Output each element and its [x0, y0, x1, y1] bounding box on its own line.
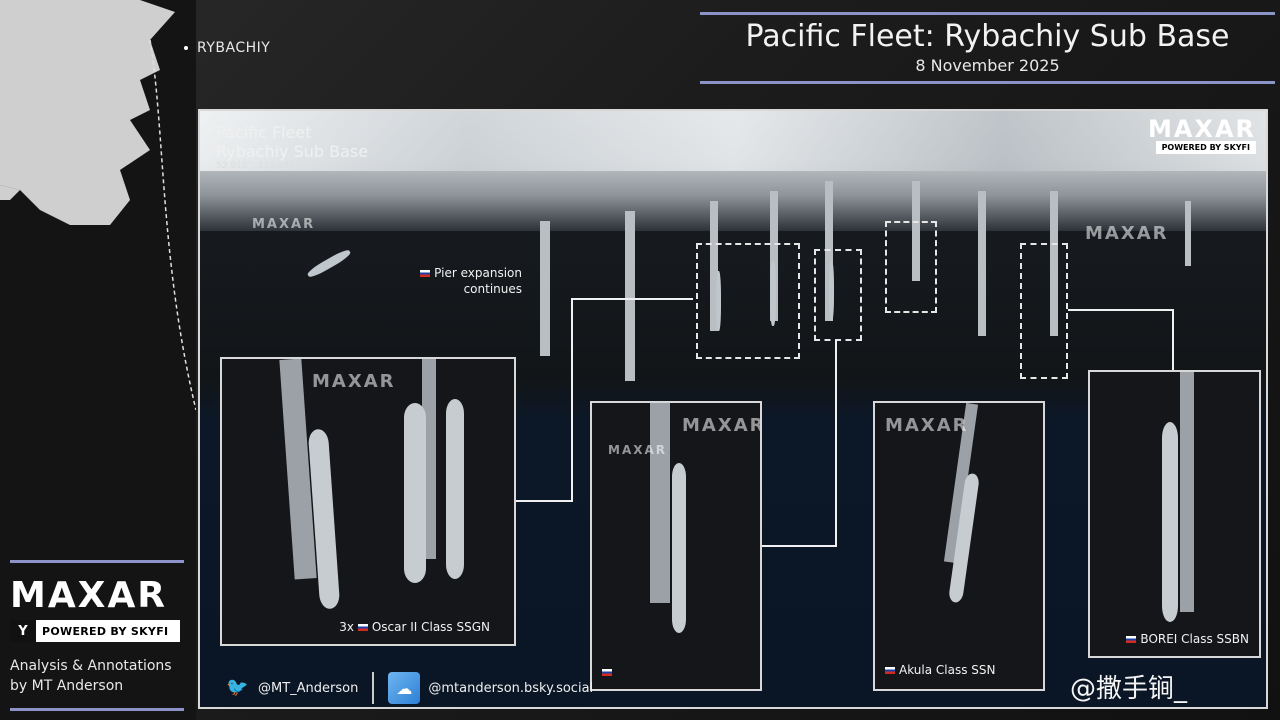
- russian-flag-icon: [420, 270, 431, 277]
- class-label: BOREI Class SSBN: [1140, 632, 1249, 646]
- inset-borei: BOREI Class SSBN: [1088, 370, 1261, 658]
- connector-line: [1172, 309, 1174, 371]
- weibo-watermark: @撒手锏_: [1070, 674, 1188, 704]
- maxar-watermark: MAXAR: [312, 371, 396, 392]
- russian-flag-icon: [357, 624, 368, 631]
- count-label: 3x: [339, 620, 354, 634]
- caption-line-2: Rybachiy Sub Base: [216, 142, 369, 161]
- inset-label-borei: BOREI Class SSBN: [1126, 632, 1249, 646]
- divider: [372, 672, 375, 704]
- russian-flag-icon: [1126, 636, 1137, 643]
- maxar-watermark: MAXAR: [682, 415, 762, 436]
- title-block: Pacific Fleet: Rybachiy Sub Base 8 Novem…: [700, 12, 1275, 84]
- submarine: [446, 399, 464, 579]
- highlight-box-akula: [885, 221, 937, 313]
- title-top-bar: [700, 12, 1275, 15]
- connector-line: [516, 500, 572, 502]
- connector-line: [1068, 309, 1174, 311]
- twitter-handle[interactable]: @MT_Anderson: [258, 681, 358, 696]
- bluesky-icon: ☁: [388, 672, 421, 704]
- maxar-watermark: MAXAR: [1085, 223, 1169, 244]
- powered-by-skyfi-small: POWERED BY SKYFI: [1155, 141, 1256, 154]
- ship: [305, 247, 353, 280]
- connector-line: [835, 340, 837, 547]
- russian-flag-icon: [602, 669, 612, 676]
- inset-akula: MAXAR Akula Class SSN: [873, 401, 1045, 691]
- pier: [540, 221, 550, 356]
- connector-line: [762, 545, 837, 547]
- rybachiy-location-label: RYBACHIY: [197, 40, 271, 56]
- inset-pier-sub: MAXAR MAXAR: [590, 401, 762, 691]
- pier-note-line-1: Pier expansion: [434, 266, 522, 280]
- maxar-logo: MAXAR: [10, 575, 168, 616]
- submarine: [1162, 422, 1178, 622]
- caption-line-1: Pacific Fleet: [216, 123, 312, 142]
- russian-flag-icon: [885, 667, 895, 674]
- pier: [625, 211, 635, 381]
- highlight-box-oscar: [696, 243, 800, 359]
- inset-oscar: MAXAR 3x Oscar II Class SSGN: [220, 357, 516, 646]
- maxar-branding: MAXAR Y POWERED BY SKYFI: [10, 560, 184, 642]
- credit-line-2: by MT Anderson: [10, 678, 124, 694]
- connector-line: [571, 298, 693, 300]
- analysis-credit: Analysis & Annotations by MT Anderson: [10, 656, 172, 696]
- pier: [978, 191, 986, 336]
- highlight-box-borei: [1020, 243, 1068, 379]
- submarine: [404, 403, 426, 583]
- powered-by-skyfi-badge: Y POWERED BY SKYFI: [10, 620, 180, 642]
- maxar-watermark: MAXAR: [885, 415, 969, 436]
- coordinates: 52.918°, 158.489°: [216, 161, 300, 171]
- maxar-watermark-small: MAXAR: [608, 443, 668, 457]
- inset-label-oscar: 3x Oscar II Class SSGN: [339, 620, 490, 634]
- image-caption: Pacific Fleet Rybachiy Sub Base: [216, 123, 368, 161]
- page-date: 8 November 2025: [915, 56, 1060, 75]
- page-title: Pacific Fleet: Rybachiy Sub Base: [745, 19, 1230, 54]
- pier-note-line-2: continues: [463, 282, 522, 296]
- twitter-icon: 🐦: [226, 677, 249, 698]
- class-label: Oscar II Class SSGN: [371, 620, 490, 634]
- pier-expansion-note: Pier expansion continues: [400, 265, 522, 297]
- powered-by-text: POWERED BY SKYFI: [42, 624, 169, 638]
- social-links: 🐦 @MT_Anderson ☁ @mtanderson.bsky.social: [226, 672, 593, 704]
- submarine: [672, 463, 686, 633]
- pier: [1185, 201, 1191, 266]
- class-label: Akula Class SSN: [899, 663, 996, 677]
- locator-map: [0, 0, 196, 420]
- inset-label: [602, 665, 616, 679]
- bluesky-handle[interactable]: @mtanderson.bsky.social: [428, 681, 593, 696]
- title-bottom-bar: [700, 81, 1275, 84]
- submarine: [307, 428, 341, 610]
- accent-bar: [10, 560, 184, 563]
- connector-line: [571, 298, 573, 502]
- accent-bar-bottom: [10, 708, 184, 711]
- maxar-watermark: MAXAR: [252, 217, 316, 232]
- credit-line-1: Analysis & Annotations: [10, 658, 172, 674]
- highlight-box-pier: [814, 249, 862, 341]
- maxar-watermark-top: MAXAR: [1147, 115, 1256, 143]
- inset-pier: [650, 403, 670, 603]
- inset-pier: [1180, 372, 1194, 612]
- inset-label-akula: Akula Class SSN: [885, 663, 996, 677]
- skyfi-icon: Y: [10, 620, 36, 642]
